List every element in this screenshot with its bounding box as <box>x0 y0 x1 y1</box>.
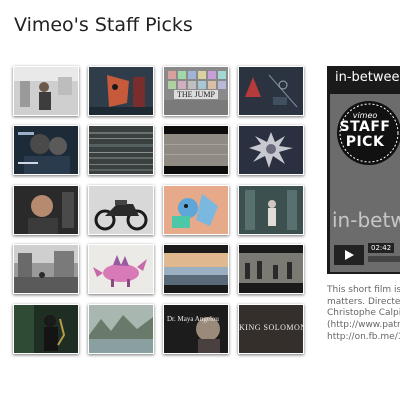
thumbnail-4-4[interactable] <box>238 244 304 294</box>
thumbnail-4-2[interactable] <box>88 244 154 294</box>
badge-staff-text: STAFF <box>339 119 391 135</box>
play-icon <box>345 250 354 260</box>
thumbnail-5-2[interactable] <box>88 304 154 354</box>
video-description: This short film is a matters. Directed b… <box>327 285 400 344</box>
thumbnail-3-3[interactable] <box>163 185 229 235</box>
thumbnail-5-3[interactable]: Dr. Maya Angelou <box>163 304 229 354</box>
description-line: Christophe Calpin <box>327 308 400 319</box>
thumbnail-5-1[interactable] <box>13 304 79 354</box>
thumbnail-1-3[interactable]: THE JUMP <box>163 66 229 116</box>
man-in-room-icon <box>14 67 78 115</box>
football-players-icon <box>14 126 78 174</box>
letterbox-wall-icon <box>164 126 228 174</box>
king-solomon-overlay-text: KING SOLOMON <box>239 323 304 332</box>
thumbnail-3-2[interactable] <box>88 185 154 235</box>
thumbnail-2-3[interactable] <box>163 125 229 175</box>
dr-maya-angelou-icon <box>164 305 228 353</box>
thumbnail-1-2[interactable] <box>88 66 154 116</box>
dr-maya-angelou-overlay-text: Dr. Maya Angelou <box>167 315 219 323</box>
badge-pick-text: PICK <box>345 134 385 150</box>
crowd-street-icon <box>239 245 303 293</box>
video-overlay-title: in-betw <box>332 208 400 232</box>
thumbnail-4-3[interactable] <box>163 244 229 294</box>
play-button[interactable] <box>334 245 364 265</box>
description-line: matters. Directed b <box>327 296 400 307</box>
video-player[interactable]: in-between vimeo STAFF PICK in-betw 02:4… <box>327 66 400 274</box>
street-scene-icon <box>14 245 78 293</box>
thumbnail-1-4[interactable] <box>238 66 304 116</box>
bay-landscape-icon <box>89 305 153 353</box>
player-title[interactable]: in-between <box>335 70 400 85</box>
thumbnail-2-1[interactable] <box>13 125 79 175</box>
description-line: This short film is a <box>327 285 400 295</box>
time-display: 02:42 <box>368 243 395 253</box>
thumbnail-3-4[interactable] <box>238 185 304 235</box>
progress-bar[interactable] <box>368 256 400 262</box>
spiky-creature-icon <box>239 126 303 174</box>
thumbnail-1-1[interactable] <box>13 66 79 116</box>
description-line[interactable]: http://on.fb.me/1( <box>327 332 400 344</box>
static-lines-icon <box>89 126 153 174</box>
man-portrait-icon <box>14 186 78 234</box>
thumbnail-4-1[interactable] <box>13 244 79 294</box>
thumbnail-2-4[interactable] <box>238 125 304 175</box>
motorcycle-icon <box>89 186 153 234</box>
description-line[interactable]: (http://www.patric <box>327 320 400 332</box>
thumbnail-2-2[interactable] <box>88 125 154 175</box>
pink-dragon-icon <box>89 245 153 293</box>
the-jump-overlay-text: THE JUMP <box>174 90 218 99</box>
thumbnail-5-4[interactable]: KING SOLOMON <box>238 304 304 354</box>
cartoon-figures-icon <box>164 186 228 234</box>
sunset-beach-icon <box>164 245 228 293</box>
page-title: Vimeo's Staff Picks <box>14 14 193 36</box>
thumbnail-3-1[interactable] <box>13 185 79 235</box>
dark-graphic-icon <box>239 67 303 115</box>
person-in-hall-icon <box>239 186 303 234</box>
animated-character-icon <box>89 67 153 115</box>
staff-picks-grid: THE JUMP Dr. Maya Angelou KING SOLOMON <box>13 66 313 356</box>
saxophone-player-icon <box>14 305 78 353</box>
